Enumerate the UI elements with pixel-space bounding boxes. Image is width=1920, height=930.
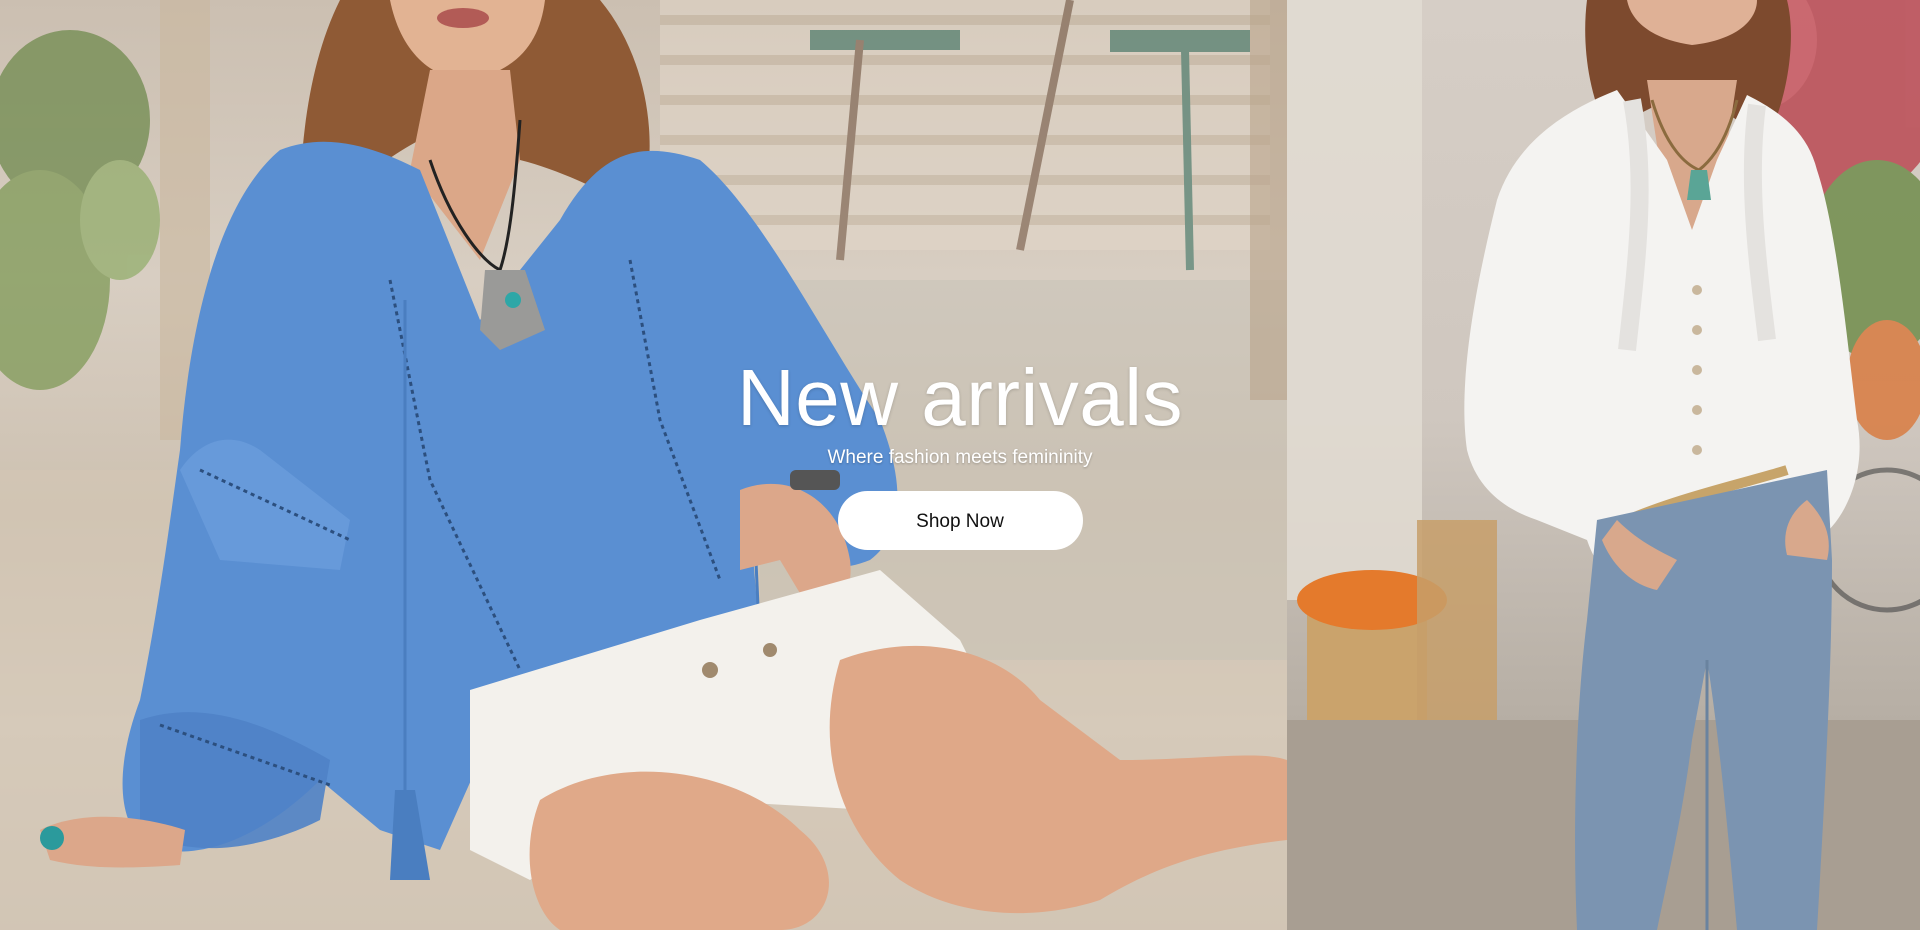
hero-image-right xyxy=(1287,0,1920,930)
garden-scene xyxy=(1287,0,1920,930)
hero-banner[interactable]: New arrivals Where fashion meets feminin… xyxy=(0,0,1920,930)
hero-title: New arrivals xyxy=(736,353,1184,442)
shop-now-button[interactable]: Shop Now xyxy=(837,491,1083,550)
hero-content: New arrivals Where fashion meets feminin… xyxy=(660,350,1260,550)
hero-subtitle: Where fashion meets femininity xyxy=(827,447,1093,468)
